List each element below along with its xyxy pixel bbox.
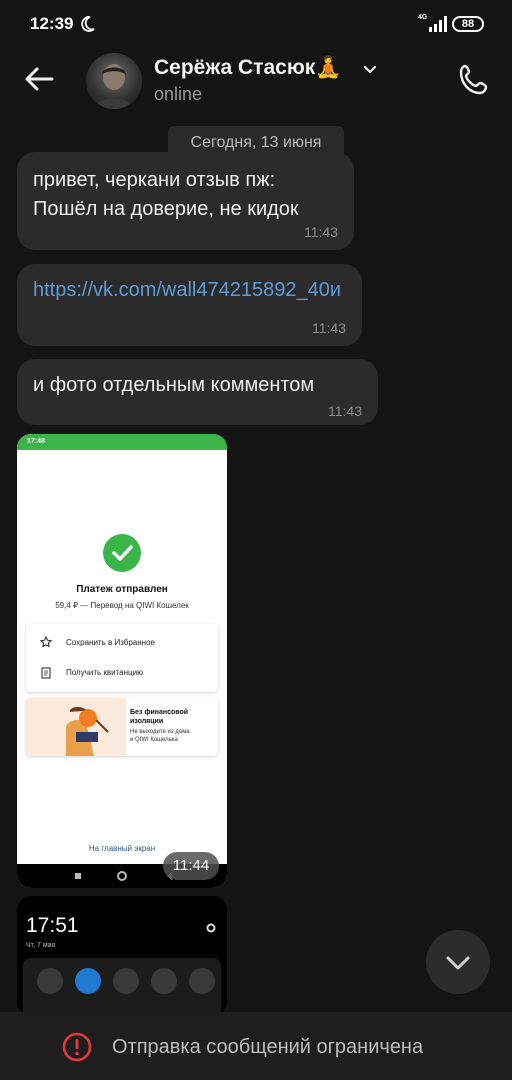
status-time: 12:39 <box>30 14 74 33</box>
promo-title: Без финансовой изоляции <box>130 709 189 725</box>
status-bar: 12:39 4G 88 <box>0 0 512 48</box>
cast-toggle-icon <box>189 968 215 994</box>
actions-card: Сохранить в Избранное Получить квитанцию <box>26 624 218 692</box>
message-text: привет, черкани отзыв пж: Пошёл на довер… <box>33 169 299 220</box>
restriction-text: Отправка сообщений ограничена <box>112 1036 424 1058</box>
message-bubble[interactable]: привет, черкани отзыв пж: Пошёл на довер… <box>17 152 354 250</box>
message-time: 11:43 <box>312 320 346 336</box>
avatar[interactable] <box>86 53 142 109</box>
checkmark-icon <box>103 534 141 572</box>
gear-icon <box>206 923 216 933</box>
receipt-icon <box>41 667 51 679</box>
qiwi-bird-illustration <box>26 698 126 756</box>
image-attachment[interactable]: 17:51 Чт, 7 мая <box>17 896 227 1016</box>
message-time: 11:43 <box>328 403 362 419</box>
battery-indicator: 88 <box>452 16 484 32</box>
image-time: 11:44 <box>163 852 219 880</box>
warning-icon <box>62 1032 92 1062</box>
scroll-down-button[interactable] <box>426 930 490 994</box>
promo-text: Не выходите из дома и QIWI Кошелька <box>130 729 190 743</box>
message-bubble[interactable]: и фото отдельным комментом 11:43 <box>17 359 378 425</box>
data-toggle-icon <box>37 968 63 994</box>
wifi-toggle-icon <box>75 968 101 994</box>
signal-icon <box>429 16 447 32</box>
messaging-restricted-bar: Отправка сообщений ограничена <box>0 1012 512 1080</box>
message-time: 11:43 <box>304 224 338 240</box>
phone-icon[interactable] <box>456 62 492 98</box>
star-icon <box>40 636 52 648</box>
contact-status: online <box>154 84 203 104</box>
flashlight-toggle-icon <box>113 968 139 994</box>
screenshot-status-bar: 17:48 <box>17 434 227 450</box>
message-bubble-link[interactable]: https://vk.com/wall474215892_40и 11:43 <box>17 264 362 346</box>
save-favorites-label: Сохранить в Избранное <box>66 638 155 647</box>
image-attachment[interactable]: 17:48 Платеж отправлен 59,4 ₽ — Перевод … <box>17 434 227 888</box>
message-link[interactable]: https://vk.com/wall474215892_40и <box>33 276 351 305</box>
bell-toggle-icon <box>151 968 177 994</box>
screenshot-date: Чт, 7 мая <box>26 942 56 949</box>
promo-card: Без финансовой изоляции Не выходите из д… <box>26 698 218 756</box>
contact-name[interactable]: Серёжа Стасюк🧘 <box>154 56 341 80</box>
quick-settings-panel <box>23 958 221 1016</box>
network-type: 4G <box>418 14 428 21</box>
message-text: и фото отдельным комментом <box>33 374 315 396</box>
chevron-down-icon <box>446 956 470 970</box>
payment-title: Платеж отправлен <box>76 584 168 595</box>
back-arrow-icon[interactable] <box>22 62 56 96</box>
chevron-down-icon[interactable] <box>362 62 378 78</box>
avatar-photo <box>94 64 134 109</box>
get-receipt-label: Получить квитанцию <box>66 668 144 677</box>
moon-icon <box>81 16 95 32</box>
screenshot-clock: 17:51 <box>26 914 79 937</box>
payment-subtitle: 59,4 ₽ — Перевод на QIWI Кошелек <box>55 601 189 610</box>
